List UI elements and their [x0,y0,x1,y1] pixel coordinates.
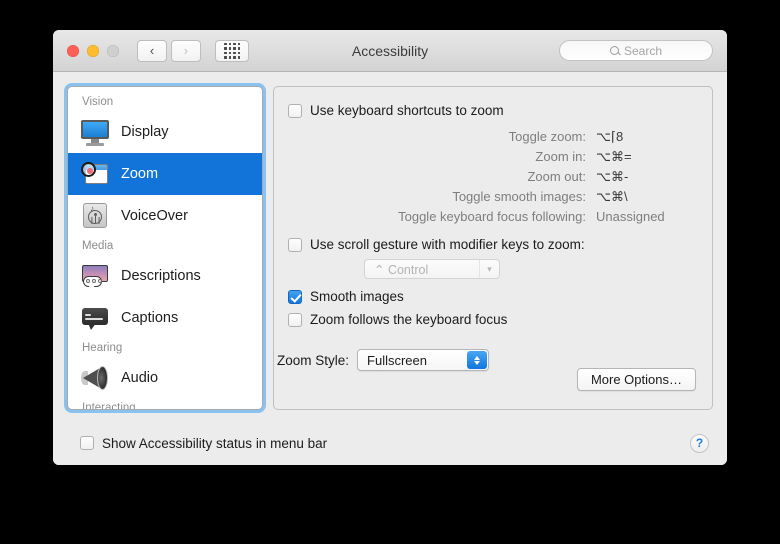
shortcut-row: Toggle smooth images: ⌥⌘\ [274,189,694,205]
window-titlebar: ‹ › Accessibility Search [53,30,727,72]
sidebar-item-descriptions[interactable]: Descriptions [68,255,262,297]
show-status-checkbox-row[interactable]: Show Accessibility status in menu bar [80,436,327,451]
grid-icon [224,43,240,59]
sidebar-item-captions[interactable]: Captions [68,297,262,339]
use-keyboard-shortcuts-checkbox[interactable] [288,104,302,118]
zoom-settings-panel: Use keyboard shortcuts to zoom Toggle zo… [273,86,713,410]
shortcut-name: Toggle zoom: [509,129,586,144]
maximize-icon [107,45,119,57]
modifier-key-value: ⌃ Control [365,262,479,277]
zoom-follows-focus-label: Zoom follows the keyboard focus [310,312,507,327]
window-body: Vision Display Zoom [53,72,727,465]
system-preferences-window: ‹ › Accessibility Search Vision [53,30,727,465]
sidebar-item-label: Zoom [121,166,158,182]
sidebar-item-zoom[interactable]: Zoom [68,153,262,195]
stepper-arrows-icon[interactable] [467,351,487,369]
sidebar-group-hearing: Hearing [68,339,262,357]
shortcut-name: Toggle keyboard focus following: [398,209,586,224]
sidebar-item-label: Descriptions [121,268,201,284]
shortcut-name: Toggle smooth images: [452,189,586,204]
use-keyboard-shortcuts-label: Use keyboard shortcuts to zoom [310,103,504,118]
use-scroll-gesture-label: Use scroll gesture with modifier keys to… [310,237,585,252]
display-icon [80,117,110,147]
shortcut-value: ⌥⌘= [586,149,694,165]
forward-button: › [171,40,201,62]
sidebar-item-label: VoiceOver [121,208,188,224]
sidebar-item-audio[interactable]: Audio [68,357,262,399]
shortcut-list: Toggle zoom: ⌥⌈8 Zoom in: ⌥⌘= Zoom out: … [274,129,694,228]
shortcut-row: Toggle keyboard focus following: Unassig… [274,209,694,224]
sidebar-item-label: Captions [121,310,178,326]
category-sidebar[interactable]: Vision Display Zoom [67,86,263,410]
minimize-icon[interactable] [87,45,99,57]
search-icon [610,46,619,55]
more-options-button[interactable]: More Options… [577,368,696,391]
show-accessibility-status-checkbox[interactable] [80,436,94,450]
shortcut-value: ⌥⌘- [586,169,694,185]
search-input[interactable]: Search [559,40,713,61]
shortcut-name: Zoom in: [535,149,586,164]
shortcut-row: Zoom out: ⌥⌘- [274,169,694,185]
sidebar-group-interacting: Interacting [68,399,262,410]
sidebar-group-vision: Vision [68,93,262,111]
smooth-images-label: Smooth images [310,289,404,304]
modifier-key-select: ⌃ Control ▾ [364,259,500,279]
zoom-style-label: Zoom Style: [277,353,349,368]
navigation-buttons: ‹ › [137,40,201,62]
audio-icon [80,363,110,393]
show-all-button[interactable] [215,40,249,62]
sidebar-item-voiceover[interactable]: ♪ VoiceOver [68,195,262,237]
shortcut-value: ⌥⌈8 [586,129,694,145]
smooth-images-checkbox-row[interactable]: Smooth images [288,289,404,304]
back-button[interactable]: ‹ [137,40,167,62]
zoom-follows-focus-checkbox-row[interactable]: Zoom follows the keyboard focus [288,312,507,327]
descriptions-icon [80,261,110,291]
show-accessibility-status-label: Show Accessibility status in menu bar [102,436,327,451]
sidebar-item-label: Audio [121,370,158,386]
zoom-style-select[interactable]: Fullscreen [357,349,489,371]
shortcut-row: Zoom in: ⌥⌘= [274,149,694,165]
zoom-style-value: Fullscreen [358,353,427,368]
use-scroll-gesture-checkbox[interactable] [288,238,302,252]
search-placeholder: Search [624,44,662,58]
shortcut-name: Zoom out: [527,169,586,184]
help-button[interactable]: ? [690,434,709,453]
close-icon[interactable] [67,45,79,57]
sidebar-list: Vision Display Zoom [68,87,262,410]
desktop-background: ‹ › Accessibility Search Vision [0,0,780,544]
sidebar-group-media: Media [68,237,262,255]
captions-icon [80,303,110,333]
zoom-icon [80,159,110,189]
keyboard-shortcuts-checkbox-row[interactable]: Use keyboard shortcuts to zoom [288,103,504,118]
smooth-images-checkbox[interactable] [288,290,302,304]
sidebar-item-display[interactable]: Display [68,111,262,153]
traffic-light-group [67,45,119,57]
shortcut-row: Toggle zoom: ⌥⌈8 [274,129,694,145]
voiceover-icon: ♪ [80,201,110,231]
scroll-gesture-checkbox-row[interactable]: Use scroll gesture with modifier keys to… [288,237,585,252]
zoom-follows-focus-checkbox[interactable] [288,313,302,327]
shortcut-value: Unassigned [586,209,694,224]
sidebar-item-label: Display [121,124,169,140]
window-footer: Show Accessibility status in menu bar ? [53,421,727,465]
shortcut-value: ⌥⌘\ [586,189,694,205]
chevron-down-icon: ▾ [479,260,499,278]
zoom-style-row: Zoom Style: Fullscreen [277,349,489,371]
